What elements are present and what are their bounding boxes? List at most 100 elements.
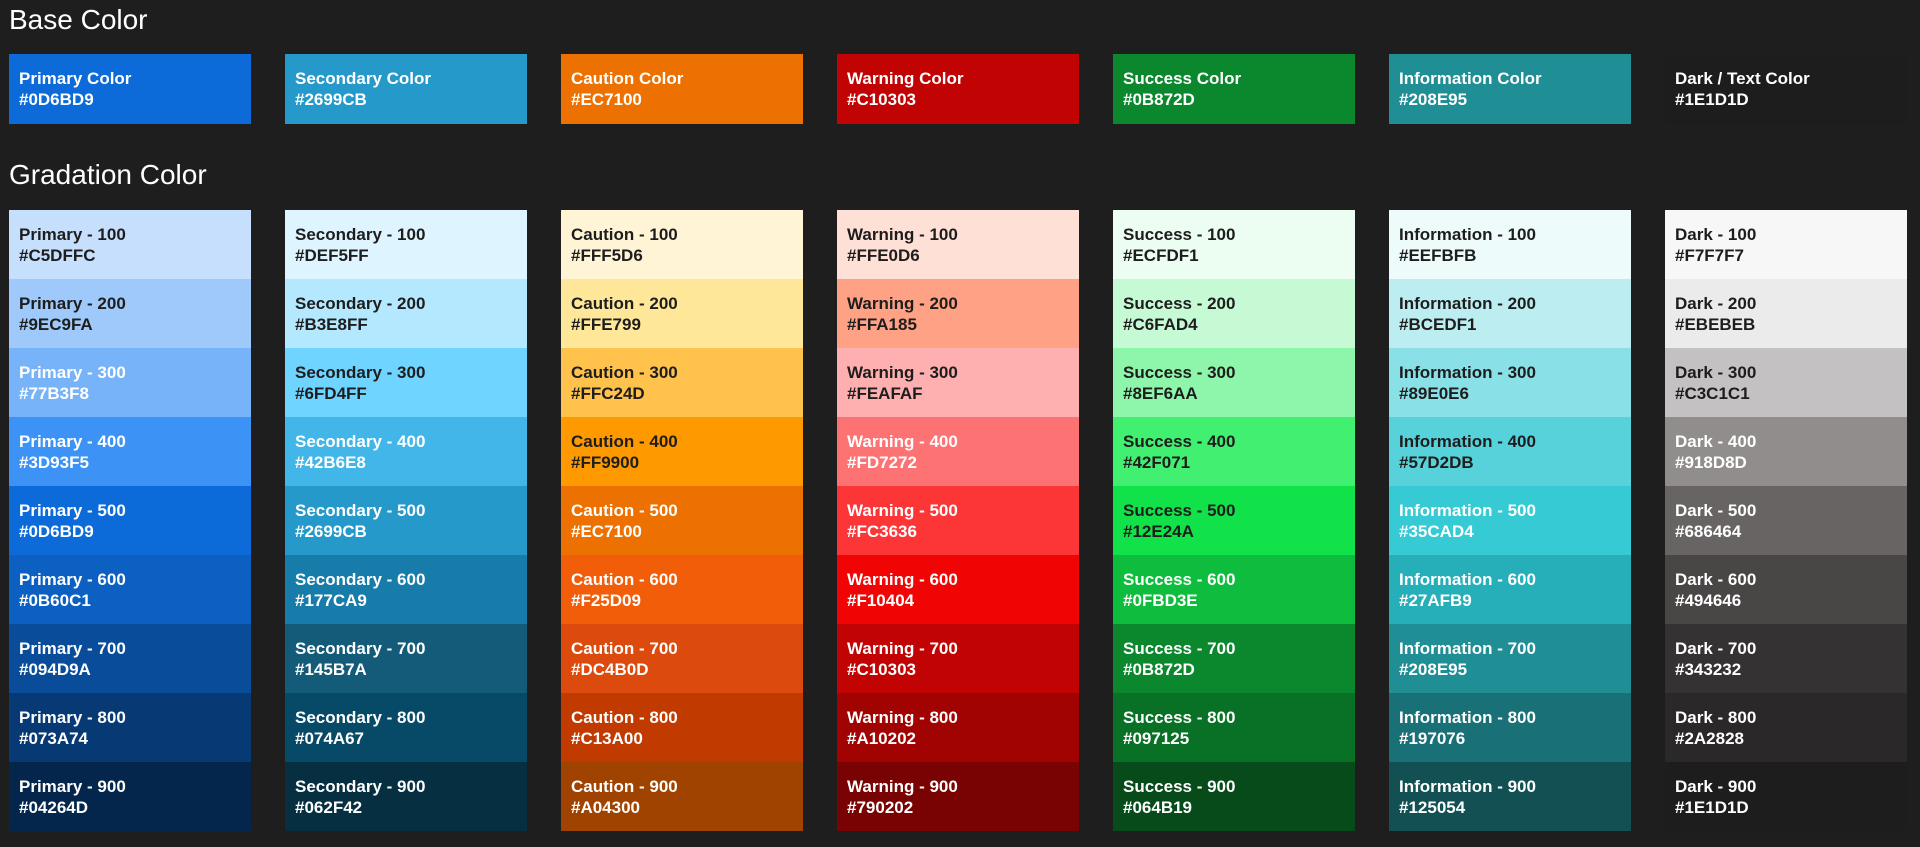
gradation-swatch: Primary - 300 #77B3F8 [9, 348, 251, 417]
gradation-swatch: Caution - 600 #F25D09 [561, 555, 803, 624]
swatch-hex: #ECFDF1 [1123, 246, 1199, 265]
gradation-swatch: Caution - 300 #FFC24D [561, 348, 803, 417]
gradation-column-caution: Caution - 100 #FFF5D6 Caution - 200 #FFE799… [561, 210, 803, 831]
gradation-column-secondary: Secondary - 100 #DEF5FF Secondary - 200 #B3… [285, 210, 527, 831]
swatch-hex: #0FBD3E [1123, 591, 1198, 610]
swatch-hex: #FFE0D6 [847, 246, 920, 265]
swatch-hex: #A10202 [847, 729, 917, 748]
gradation-swatch: Success - 800 #097125 [1113, 693, 1355, 762]
swatch-hex: #77B3F8 [19, 384, 89, 403]
swatch-name: Dark / Text Color [1675, 69, 1810, 88]
swatch-label: Warning - 800 [847, 708, 958, 727]
swatch-hex: #145B7A [295, 660, 367, 679]
gradation-swatch: Information - 300 #89E0E6 [1389, 348, 1631, 417]
gradation-swatch: Dark - 600 #494646 [1665, 555, 1907, 624]
gradation-swatch: Secondary - 700 #145B7A [285, 624, 527, 693]
swatch-label: Dark - 700 [1675, 639, 1757, 658]
swatch-label: Warning - 700 [847, 639, 958, 658]
swatch-hex: #343232 [1675, 660, 1742, 679]
gradation-swatch: Primary - 400 #3D93F5 [9, 417, 251, 486]
swatch-label: Information - 300 [1399, 363, 1536, 382]
gradation-swatch: Dark - 800 #2A2828 [1665, 693, 1907, 762]
swatch-hex: #FC3636 [847, 522, 917, 541]
gradation-column-warning: Warning - 100 #FFE0D6 Warning - 200 #FFA185… [837, 210, 1079, 831]
swatch-hex: #177CA9 [295, 591, 367, 610]
gradation-color-grid: Primary - 100 #C5DFFC Primary - 200 #9EC9FA… [9, 210, 1910, 831]
swatch-hex: #C10303 [847, 660, 917, 679]
swatch-name: Warning Color [847, 69, 964, 88]
swatch-label: Success - 200 [1123, 294, 1236, 313]
gradation-swatch: Primary - 500 #0D6BD9 [9, 486, 251, 555]
gradation-swatch: Warning - 600 #F10404 [837, 555, 1079, 624]
swatch-hex: #686464 [1675, 522, 1742, 541]
swatch-hex: #8EF6AA [1123, 384, 1198, 403]
swatch-hex: #F7F7F7 [1675, 246, 1744, 265]
swatch-label: Information - 100 [1399, 225, 1536, 244]
base-color-title: Base Color [9, 4, 148, 35]
swatch-label: Primary - 700 [19, 639, 126, 658]
swatch-label: Dark - 800 [1675, 708, 1757, 727]
swatch-hex: #2A2828 [1675, 729, 1745, 748]
gradation-swatch: Secondary - 900 #062F42 [285, 762, 527, 831]
swatch-hex: #BCEDF1 [1399, 315, 1477, 334]
swatch-label: Warning - 100 [847, 225, 958, 244]
gradation-swatch: Secondary - 500 #2699CB [285, 486, 527, 555]
swatch-hex: #073A74 [19, 729, 89, 748]
swatch-hex: #062F42 [295, 798, 363, 817]
swatch-hex: #C3C1C1 [1675, 384, 1750, 403]
swatch-hex: #12E24A [1123, 522, 1194, 541]
swatch-label: Information - 200 [1399, 294, 1536, 313]
swatch-hex: #3D93F5 [19, 453, 89, 472]
gradation-swatch: Warning - 200 #FFA185 [837, 279, 1079, 348]
swatch-hex: #FFF5D6 [571, 246, 643, 265]
swatch-label: Caution - 200 [571, 294, 678, 313]
gradation-swatch: Information - 500 #35CAD4 [1389, 486, 1631, 555]
gradation-column-primary: Primary - 100 #C5DFFC Primary - 200 #9EC9FA… [9, 210, 251, 831]
swatch-label: Warning - 300 [847, 363, 958, 382]
gradation-column-dark: Dark - 100 #F7F7F7 Dark - 200 #EBEBEB Dark -… [1665, 210, 1907, 831]
swatch-label: Primary - 800 [19, 708, 126, 727]
gradation-swatch: Caution - 900 #A04300 [561, 762, 803, 831]
swatch-hex: #125054 [1399, 798, 1466, 817]
swatch-hex: #FF9900 [571, 453, 640, 472]
swatch-label: Success - 500 [1123, 501, 1236, 520]
swatch-label: Information - 800 [1399, 708, 1536, 727]
swatch-label: Information - 700 [1399, 639, 1536, 658]
swatch-hex: #FFC24D [571, 384, 645, 403]
gradation-swatch: Information - 200 #BCEDF1 [1389, 279, 1631, 348]
swatch-label: Caution - 400 [571, 432, 678, 451]
swatch-label: Information - 500 [1399, 501, 1536, 520]
swatch-label: Dark - 300 [1675, 363, 1757, 382]
swatch-hex: #2699CB [295, 90, 367, 109]
swatch-hex: #C13A00 [571, 729, 643, 748]
swatch-label: Warning - 600 [847, 570, 958, 589]
swatch-label: Caution - 100 [571, 225, 678, 244]
gradation-swatch: Caution - 200 #FFE799 [561, 279, 803, 348]
swatch-label: Success - 300 [1123, 363, 1236, 382]
swatch-label: Primary - 100 [19, 225, 126, 244]
swatch-hex: #04264D [19, 798, 89, 817]
swatch-label: Dark - 600 [1675, 570, 1757, 589]
swatch-label: Caution - 700 [571, 639, 678, 658]
swatch-label: Primary - 300 [19, 363, 126, 382]
gradation-swatch: Warning - 900 #790202 [837, 762, 1079, 831]
swatch-hex: #57D2DB [1399, 453, 1474, 472]
swatch-label: Information - 400 [1399, 432, 1536, 451]
gradation-swatch: Success - 700 #0B872D [1113, 624, 1355, 693]
gradation-swatch: Primary - 900 #04264D [9, 762, 251, 831]
gradation-swatch: Primary - 600 #0B60C1 [9, 555, 251, 624]
swatch-hex: #C10303 [847, 90, 917, 109]
gradation-swatch: Information - 400 #57D2DB [1389, 417, 1631, 486]
swatch-label: Secondary - 800 [295, 708, 426, 727]
swatch-label: Primary - 900 [19, 777, 126, 796]
gradation-swatch: Dark - 400 #918D8D [1665, 417, 1907, 486]
base-swatch: Secondary Color #2699CB [285, 54, 527, 124]
gradation-swatch: Secondary - 600 #177CA9 [285, 555, 527, 624]
gradation-swatch: Information - 800 #197076 [1389, 693, 1631, 762]
swatch-label: Warning - 400 [847, 432, 958, 451]
swatch-hex: #6FD4FF [295, 384, 367, 403]
base-color-row: Primary Color #0D6BD9 Secondary Color #2699… [9, 54, 1910, 124]
swatch-label: Secondary - 500 [295, 501, 426, 520]
gradation-swatch: Information - 100 #EEFBFB [1389, 210, 1631, 279]
gradation-swatch: Secondary - 300 #6FD4FF [285, 348, 527, 417]
